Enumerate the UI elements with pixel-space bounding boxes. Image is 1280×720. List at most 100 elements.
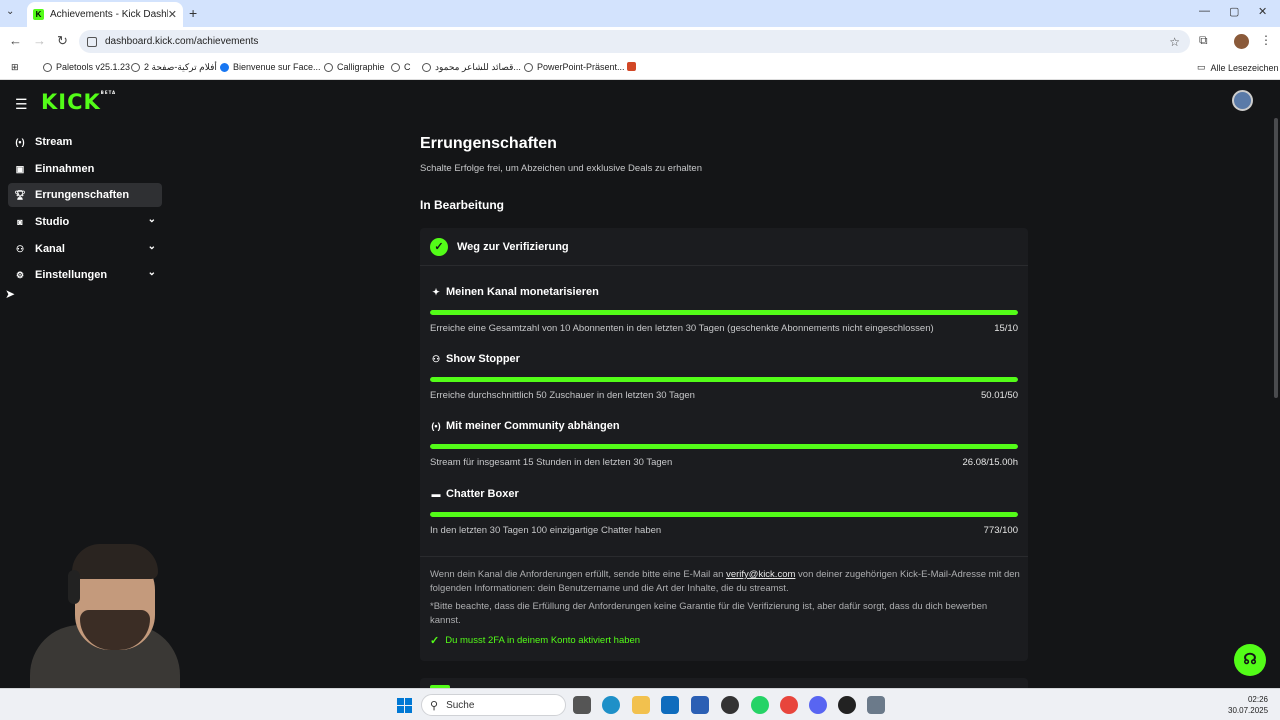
verification-card: ✓ Weg zur Verifizierung ✦ Meinen Kanal mo…	[420, 228, 1028, 661]
divider	[420, 556, 1028, 557]
achievement-item: ▬ Chatter Boxer In den letzten 30 Tagen 1…	[430, 488, 1018, 536]
trophy-icon: 🏆︎	[14, 189, 26, 200]
back-icon[interactable]: ←	[9, 33, 22, 48]
bookmark-item[interactable]: Bienvenue sur Face...	[220, 62, 321, 72]
chevron-down-icon[interactable]: ⌄	[148, 241, 156, 252]
forward-icon[interactable]: →	[33, 33, 46, 48]
apps-grid-icon[interactable]: ⊞	[11, 62, 19, 73]
calculator-icon[interactable]	[867, 696, 885, 714]
sparkle-icon: ✦	[432, 286, 440, 297]
chevron-down-icon[interactable]: ⌄	[148, 267, 156, 278]
all-bookmarks[interactable]: ▭ Alle Lesezeichen	[1197, 62, 1279, 73]
new-tab-icon[interactable]: +	[189, 5, 197, 21]
edge-icon[interactable]	[602, 696, 620, 714]
bookmark-item[interactable]	[627, 62, 640, 71]
info-text: Wenn dein Kanal die Anforderungen erfüll…	[430, 569, 724, 580]
achievement-desc: Stream für insgesamt 15 Stunden in den l…	[430, 457, 673, 468]
sidebar-item-einnahmen[interactable]: ▣ Einnahmen	[8, 157, 162, 181]
scrollbar[interactable]	[1274, 118, 1278, 398]
verified-badge-icon: ✓	[430, 237, 448, 256]
requirement-item: ✓ Du musst 2FA in deinem Konto aktiviert…	[430, 634, 640, 647]
verification-info: Wenn dein Kanal die Anforderungen erfüll…	[430, 568, 1020, 596]
close-window-icon[interactable]: ✕	[1258, 5, 1267, 18]
taskbar-search[interactable]: ⚲ Suche	[421, 694, 566, 716]
gear-icon: ⚙	[15, 269, 25, 280]
all-bookmarks-label: Alle Lesezeichen	[1210, 62, 1279, 73]
bookmark-label: C	[404, 62, 411, 72]
close-tab-icon[interactable]: ✕	[168, 8, 177, 21]
users-icon: ⚇	[431, 353, 441, 364]
bookmark-label: Bienvenue sur Face...	[233, 62, 321, 72]
site-info-icon[interactable]	[87, 36, 97, 47]
sidebar-item-label: Stream	[35, 136, 73, 148]
browser-tab[interactable]: K Achievements - Kick Dashboard ✕	[27, 2, 183, 27]
bookmark-item[interactable]: أفلام تركية-صفحة 2	[131, 62, 217, 73]
sidebar-item-stream[interactable]: (•) Stream	[8, 130, 162, 154]
windows-start-icon[interactable]	[397, 698, 412, 713]
outlook-icon[interactable]	[661, 696, 679, 714]
achievement-value: 50.01/50	[981, 390, 1018, 401]
globe-icon	[324, 62, 333, 72]
media-player-icon[interactable]	[838, 696, 856, 714]
progress-bar	[430, 444, 1018, 449]
menu-kebab-icon[interactable]: ⋮	[1260, 33, 1272, 47]
user-avatar[interactable]	[1232, 90, 1253, 111]
tab-list-icon[interactable]: ⌄	[6, 6, 14, 17]
chat-icon: ▬	[431, 489, 441, 499]
beta-label: BETA	[100, 90, 117, 95]
browser-profile-avatar[interactable]	[1234, 34, 1249, 49]
chevron-down-icon[interactable]: ⌄	[148, 214, 156, 225]
verify-email-link[interactable]: verify@kick.com	[726, 569, 795, 580]
sidebar-item-label: Kanal	[35, 243, 65, 255]
url-text: dashboard.kick.com/achievements	[105, 36, 259, 47]
verification-note: *Bitte beachte, dass die Erfüllung der A…	[430, 601, 988, 626]
clock-date: 30.07.2025	[1228, 706, 1269, 715]
sidebar-item-einstellungen[interactable]: ⚙ Einstellungen ⌄	[8, 263, 162, 287]
windows-taskbar: ⚲ Suche 02:26 30.07.2025	[0, 688, 1280, 720]
support-chat-icon[interactable]: ☊	[1234, 644, 1266, 676]
app-icon[interactable]	[721, 696, 739, 714]
sidebar-item-label: Errungenschaften	[35, 189, 130, 201]
sidebar-item-kanal[interactable]: ⚇ Kanal ⌄	[8, 237, 162, 261]
hamburger-menu-icon[interactable]: ☰	[15, 96, 28, 113]
sidebar-item-errungenschaften[interactable]: 🏆︎ Errungenschaften	[8, 183, 162, 207]
extensions-icon[interactable]: ⧉	[1199, 33, 1208, 48]
achievement-name: Show Stopper	[446, 353, 520, 365]
bookmark-label: Paletools v25.1.23	[56, 62, 131, 72]
reload-icon[interactable]: ↻	[57, 33, 68, 49]
bookmark-item[interactable]: C	[391, 62, 411, 72]
restore-icon[interactable]: ▢	[1229, 5, 1239, 18]
sidebar-item-label: Einstellungen	[35, 269, 108, 281]
earnings-icon: ▣	[15, 163, 25, 174]
globe-icon	[524, 62, 533, 72]
card-header[interactable]: ✓ Weg zur Verifizierung	[420, 228, 1028, 266]
browser-toolbar: ← → ↻ dashboard.kick.com/achievements ☆ …	[0, 27, 1280, 56]
kick-logo[interactable]: KICKBETA	[41, 90, 116, 114]
channel-icon: ⚇	[15, 243, 25, 254]
chrome-icon[interactable]	[780, 696, 798, 714]
address-bar[interactable]: dashboard.kick.com/achievements ☆	[79, 30, 1190, 53]
mouse-cursor-icon: ➤	[5, 287, 16, 301]
achievement-value: 773/100	[983, 525, 1018, 536]
discord-icon[interactable]	[809, 696, 827, 714]
system-clock[interactable]: 02:26 30.07.2025	[1228, 694, 1268, 716]
progress-fill	[430, 512, 1018, 517]
bookmark-item[interactable]: قصائد للشاعر محمود...	[422, 62, 521, 73]
powerpoint-icon	[627, 62, 636, 71]
tab-title: Achievements - Kick Dashboard	[50, 9, 168, 20]
whatsapp-icon[interactable]	[751, 696, 769, 714]
bookmark-item[interactable]: PowerPoint-Präsent...	[524, 62, 625, 72]
clock-time: 02:26	[1247, 695, 1268, 704]
bookmark-star-icon[interactable]: ☆	[1169, 35, 1180, 49]
task-view-icon[interactable]	[573, 696, 591, 714]
minimize-icon[interactable]: —	[1199, 5, 1210, 17]
globe-icon	[43, 62, 52, 72]
achievement-item: (•) Mit meiner Community abhängen Stream …	[430, 420, 1018, 468]
bookmark-item[interactable]: Calligraphie	[324, 62, 385, 72]
globe-icon	[391, 62, 400, 72]
sidebar-item-studio[interactable]: ◙ Studio ⌄	[8, 210, 162, 234]
achievement-item: ⚇ Show Stopper Erreiche durchschnittlich …	[430, 353, 1018, 401]
bookmark-item[interactable]: Paletools v25.1.23	[43, 62, 130, 72]
store-icon[interactable]	[691, 696, 709, 714]
file-explorer-icon[interactable]	[632, 696, 650, 714]
